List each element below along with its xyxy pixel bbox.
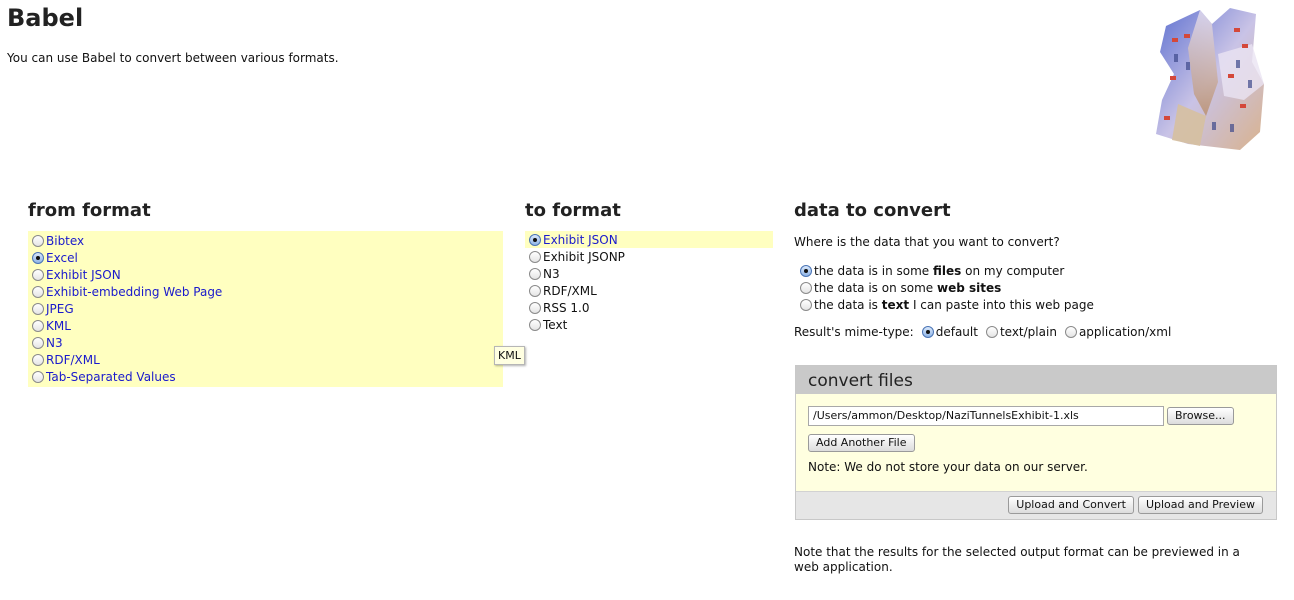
- mime-option-text-plain[interactable]: text/plain: [985, 325, 1057, 339]
- from-option-label: KML: [46, 318, 71, 333]
- to-option-label: Exhibit JSONP: [543, 249, 625, 264]
- from-option-label: Bibtex: [46, 233, 85, 248]
- radio-button[interactable]: [985, 326, 998, 338]
- source-option-text: the data is in some files on my computer: [814, 263, 1065, 278]
- radio-button-selected[interactable]: [800, 264, 812, 277]
- to-option-label: N3: [543, 266, 560, 281]
- panel-footer: Upload and Convert Upload and Preview: [796, 491, 1276, 519]
- upload-and-preview-button[interactable]: Upload and Preview: [1137, 496, 1263, 514]
- radio-button-selected[interactable]: [921, 326, 934, 338]
- from-option-n3[interactable]: N3: [28, 334, 503, 351]
- from-option-tsv[interactable]: Tab-Separated Values: [28, 368, 503, 385]
- source-question: Where is the data that you want to conve…: [794, 235, 1060, 249]
- radio-button[interactable]: [529, 250, 541, 263]
- mime-type-row: Result's mime-type: default text/plain a…: [794, 325, 1171, 339]
- add-another-file-button[interactable]: Add Another File: [808, 434, 915, 452]
- from-option-label: Exhibit-embedding Web Page: [46, 284, 223, 299]
- to-option-exhibit-json[interactable]: Exhibit JSON: [525, 231, 773, 248]
- source-option-text: the data is on some web sites: [814, 280, 1002, 295]
- from-option-jpeg[interactable]: JPEG: [28, 300, 503, 317]
- mime-option-application-xml[interactable]: application/xml: [1064, 325, 1172, 339]
- source-options: the data is in some files on my computer…: [800, 262, 1094, 313]
- to-option-label: Exhibit JSON: [543, 232, 618, 247]
- from-option-exhibit-json[interactable]: Exhibit JSON: [28, 266, 503, 283]
- radio-button[interactable]: [529, 267, 541, 280]
- radio-button[interactable]: [529, 301, 541, 314]
- to-option-label: RSS 1.0: [543, 300, 590, 315]
- radio-button[interactable]: [32, 302, 44, 315]
- radio-button[interactable]: [529, 318, 541, 331]
- to-option-rss[interactable]: RSS 1.0: [525, 299, 773, 316]
- from-option-excel[interactable]: Excel: [28, 249, 503, 266]
- mime-option-label: text/plain: [999, 325, 1057, 339]
- radio-button[interactable]: [32, 370, 44, 383]
- to-format-list: Exhibit JSON Exhibit JSONP N3 RDF/XML RS…: [525, 231, 773, 333]
- from-option-label: Tab-Separated Values: [46, 369, 176, 384]
- from-option-exhibit-web-page[interactable]: Exhibit-embedding Web Page: [28, 283, 503, 300]
- to-option-text[interactable]: Text: [525, 316, 773, 333]
- from-option-kml[interactable]: KML: [28, 317, 503, 334]
- from-option-rdf-xml[interactable]: RDF/XML: [28, 351, 503, 368]
- to-option-label: Text: [543, 317, 568, 332]
- from-option-bibtex[interactable]: Bibtex: [28, 232, 503, 249]
- from-option-label: Exhibit JSON: [46, 267, 121, 282]
- mime-option-default[interactable]: default: [921, 325, 978, 339]
- intro-text: You can use Babel to convert between var…: [7, 51, 339, 65]
- radio-button[interactable]: [800, 298, 812, 311]
- radio-button-selected[interactable]: [32, 251, 44, 264]
- radio-button[interactable]: [32, 319, 44, 332]
- from-option-label: JPEG: [46, 301, 74, 316]
- from-format-heading: from format: [28, 200, 151, 221]
- tooltip: KML: [494, 346, 525, 365]
- radio-button[interactable]: [32, 268, 44, 281]
- from-option-label: Excel: [46, 250, 78, 265]
- from-option-label: RDF/XML: [46, 352, 100, 367]
- source-option-text: the data is text I can paste into this w…: [814, 297, 1094, 312]
- file-path-field[interactable]: /Users/ammon/Desktop/NaziTunnelsExhibit-…: [808, 406, 1164, 426]
- to-option-exhibit-jsonp[interactable]: Exhibit JSONP: [525, 248, 773, 265]
- radio-button-selected[interactable]: [529, 233, 541, 246]
- radio-button[interactable]: [32, 234, 44, 247]
- from-option-label: N3: [46, 335, 63, 350]
- source-option-web-sites[interactable]: the data is on some web sites: [800, 279, 1094, 296]
- preview-note: Note that the results for the selected o…: [794, 545, 1240, 574]
- convert-files-title: convert files: [796, 366, 1276, 394]
- to-format-heading: to format: [525, 200, 621, 221]
- file-row: /Users/ammon/Desktop/NaziTunnelsExhibit-…: [808, 406, 1234, 426]
- convert-files-panel: convert files /Users/ammon/Desktop/NaziT…: [795, 365, 1277, 520]
- radio-button[interactable]: [32, 353, 44, 366]
- data-to-convert-heading: data to convert: [794, 200, 951, 221]
- radio-button[interactable]: [1064, 326, 1077, 338]
- browse-button[interactable]: Browse...: [1167, 407, 1234, 425]
- mime-option-label: default: [935, 325, 978, 339]
- radio-button[interactable]: [529, 284, 541, 297]
- to-option-label: RDF/XML: [543, 283, 597, 298]
- radio-button[interactable]: [32, 336, 44, 349]
- upload-and-convert-button[interactable]: Upload and Convert: [1008, 496, 1134, 514]
- mime-type-label: Result's mime-type:: [794, 325, 914, 339]
- radio-button[interactable]: [32, 285, 44, 298]
- page-title: Babel: [7, 4, 84, 32]
- source-option-files[interactable]: the data is in some files on my computer: [800, 262, 1094, 279]
- radio-button[interactable]: [800, 281, 812, 294]
- mime-option-label: application/xml: [1078, 325, 1172, 339]
- to-option-rdf-xml[interactable]: RDF/XML: [525, 282, 773, 299]
- source-option-text[interactable]: the data is text I can paste into this w…: [800, 296, 1094, 313]
- from-format-list: Bibtex Excel Exhibit JSON Exhibit-embedd…: [28, 231, 503, 387]
- to-option-n3[interactable]: N3: [525, 265, 773, 282]
- storage-note: Note: We do not store your data on our s…: [808, 460, 1088, 474]
- building-logo-image: [1156, 8, 1264, 150]
